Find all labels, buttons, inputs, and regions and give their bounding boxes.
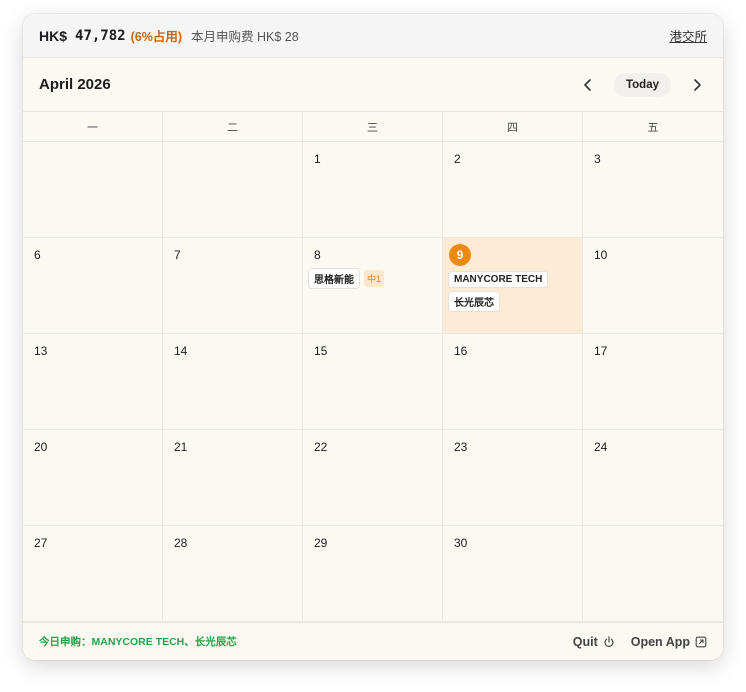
quit-label: Quit <box>572 634 598 649</box>
day-cell[interactable]: 15 <box>303 334 443 430</box>
day-number: 27 <box>34 536 48 550</box>
today-button[interactable]: Today <box>613 72 671 97</box>
day-number: 23 <box>454 440 468 454</box>
day-cell[interactable] <box>23 142 163 238</box>
day-number: 6 <box>34 248 41 262</box>
day-cell[interactable]: 17 <box>583 334 723 430</box>
available-amount: 47,782 <box>75 27 126 44</box>
day-number: 29 <box>314 536 328 550</box>
day-number: 3 <box>594 152 601 166</box>
day-number: 14 <box>174 344 188 358</box>
day-cell[interactable]: 6 <box>23 238 163 334</box>
day-cell[interactable]: 22 <box>303 430 443 526</box>
weekday-tue: 二 <box>163 112 303 141</box>
ipo-event-chip[interactable]: 思格新能 <box>308 268 360 289</box>
ipo-calendar-panel: HK$ 47,782 (6%占用) 本月申购费 HK$ 28 港交所 April… <box>23 14 723 660</box>
day-number: 28 <box>174 536 188 550</box>
month-navigation: Today <box>574 71 711 99</box>
ipo-event-chip[interactable]: 长光辰芯 <box>448 291 500 312</box>
day-cell[interactable]: 27 <box>23 526 163 622</box>
day-number: 24 <box>594 440 608 454</box>
day-cell[interactable]: 13 <box>23 334 163 430</box>
calendar-header: April 2026 Today <box>23 58 723 112</box>
weekday-wed: 三 <box>303 112 443 141</box>
external-link-icon <box>695 636 707 647</box>
event-row: MANYCORE TECH <box>448 271 576 288</box>
open-app-label: Open App <box>630 634 690 649</box>
today-day-number: 9 <box>449 244 471 266</box>
day-cell[interactable]: 10 <box>583 238 723 334</box>
event-list: 思格新能 中1 <box>308 268 436 289</box>
hkex-link[interactable]: 港交所 <box>669 26 707 45</box>
day-number: 10 <box>594 248 608 262</box>
day-cell[interactable]: 23 <box>443 430 583 526</box>
day-cell[interactable] <box>583 526 723 622</box>
day-number: 30 <box>454 536 468 550</box>
day-number: 20 <box>34 440 48 454</box>
day-cell[interactable] <box>163 142 303 238</box>
day-number: 22 <box>314 440 328 454</box>
calendar-grid: 1 2 3 6 7 8 思格新能 中1 9 MANYCORE TECH 长光辰芯 <box>23 142 723 622</box>
currency-label: HK$ <box>39 27 68 44</box>
day-cell[interactable]: 24 <box>583 430 723 526</box>
day-number: 16 <box>454 344 468 358</box>
chevron-right-icon <box>694 78 701 91</box>
day-cell[interactable]: 3 <box>583 142 723 238</box>
month-title: April 2026 <box>39 76 111 93</box>
day-cell[interactable]: 2 <box>443 142 583 238</box>
day-cell[interactable]: 30 <box>443 526 583 622</box>
day-number <box>594 536 717 550</box>
weekday-thu: 四 <box>443 112 583 141</box>
footer-actions: Quit Open App <box>573 635 707 649</box>
day-number <box>34 152 156 166</box>
event-list: MANYCORE TECH 长光辰芯 <box>448 271 576 312</box>
day-cell-today[interactable]: 9 MANYCORE TECH 长光辰芯 <box>443 238 583 334</box>
next-month-button[interactable] <box>683 71 711 99</box>
day-number: 7 <box>174 248 181 262</box>
event-row: 长光辰芯 <box>448 291 576 312</box>
day-cell[interactable]: 29 <box>303 526 443 622</box>
funds-summary-bar: HK$ 47,782 (6%占用) 本月申购费 HK$ 28 港交所 <box>23 14 723 58</box>
today-subscriptions: 今日申购：MANYCORE TECH、长光辰芯 <box>39 636 237 648</box>
day-cell[interactable]: 7 <box>163 238 303 334</box>
day-cell[interactable]: 28 <box>163 526 303 622</box>
monthly-fee: 本月申购费 HK$ 28 <box>191 30 299 44</box>
day-number: 17 <box>594 344 608 358</box>
day-cell[interactable]: 20 <box>23 430 163 526</box>
weekday-mon: 一 <box>23 112 163 141</box>
weekday-header-row: 一 二 三 四 五 <box>23 112 723 142</box>
quit-button[interactable]: Quit <box>573 635 615 649</box>
ipo-event-chip[interactable]: MANYCORE TECH <box>448 271 549 288</box>
footer-bar: 今日申购：MANYCORE TECH、长光辰芯 Quit Open App <box>23 622 723 660</box>
power-icon <box>604 635 614 647</box>
day-number <box>174 152 296 166</box>
prev-month-button[interactable] <box>574 71 602 99</box>
event-row: 思格新能 中1 <box>308 268 436 289</box>
usage-percentage: (6%占用) <box>130 30 182 44</box>
day-number: 21 <box>174 440 188 454</box>
weekday-fri: 五 <box>647 121 659 134</box>
day-number: 1 <box>314 152 321 166</box>
day-cell[interactable]: 14 <box>163 334 303 430</box>
allotment-badge: 中1 <box>364 270 385 287</box>
day-number: 8 <box>314 248 321 262</box>
day-number: 15 <box>314 344 328 358</box>
day-cell[interactable]: 16 <box>443 334 583 430</box>
day-number: 13 <box>34 344 48 358</box>
open-app-button[interactable]: Open App <box>631 635 707 649</box>
day-cell[interactable]: 21 <box>163 430 303 526</box>
day-cell[interactable]: 1 <box>303 142 443 238</box>
day-number: 2 <box>454 152 461 166</box>
chevron-left-icon <box>584 78 591 91</box>
day-cell[interactable]: 8 思格新能 中1 <box>303 238 443 334</box>
